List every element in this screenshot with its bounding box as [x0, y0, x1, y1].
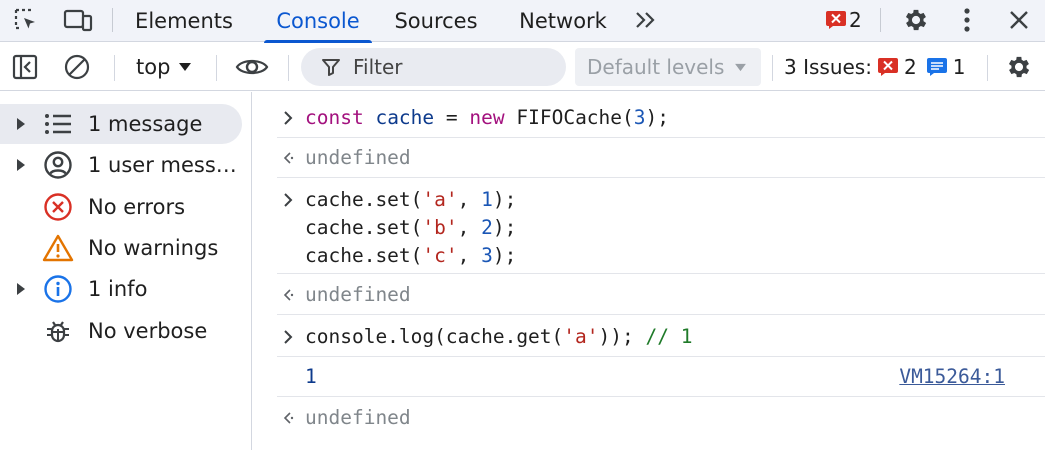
sidebar-item-warnings[interactable]: No warnings	[10, 228, 242, 268]
console-result-entry: undefined	[277, 281, 1045, 315]
close-icon[interactable]	[1002, 0, 1036, 40]
context-selector[interactable]: top	[136, 43, 192, 91]
filter-input[interactable]	[353, 55, 543, 79]
tab-sources[interactable]: Sources	[386, 0, 486, 42]
sidebar-toggle-icon[interactable]	[8, 43, 42, 91]
user-icon	[38, 150, 78, 180]
live-expression-eye-icon[interactable]	[232, 43, 272, 91]
source-location-link[interactable]: VM15264:1	[899, 363, 1005, 391]
sidebar-item-label: No errors	[88, 195, 186, 219]
sidebar-item-messages[interactable]: 1 message	[0, 104, 242, 144]
console-result-entry: undefined	[277, 404, 1045, 438]
result-return-icon	[277, 287, 299, 303]
list-icon	[38, 113, 78, 135]
tab-network[interactable]: Network	[508, 0, 618, 42]
code-line: console.log(cache.get('a')); // 1	[305, 325, 693, 348]
result-return-icon	[277, 150, 299, 166]
sidebar-item-user-messages[interactable]: 1 user messages	[10, 145, 242, 185]
issues-error-icon	[877, 58, 898, 76]
more-tabs-icon[interactable]	[630, 0, 660, 40]
console-settings-gear-icon[interactable]	[1000, 43, 1038, 91]
error-count: 2	[849, 8, 862, 32]
error-count-badge[interactable]: 2	[826, 0, 862, 40]
console-output[interactable]: const cache = new FIFOCache(3); undefine…	[253, 92, 1045, 450]
levels-dropdown-arrow-icon	[735, 63, 747, 71]
input-prompt-icon	[277, 192, 299, 208]
error-icon	[38, 192, 78, 222]
expand-arrow-icon[interactable]	[10, 117, 32, 131]
sidebar-item-label: No verbose	[88, 319, 208, 343]
sidebar-item-label: 1 message	[88, 112, 203, 136]
sidebar-item-errors[interactable]: No errors	[10, 187, 242, 227]
issues-error-count: 2	[903, 55, 917, 79]
issues-info-count: 1	[952, 55, 966, 79]
code-line: cache.set('c', 3);	[305, 244, 517, 267]
log-levels-label: Default levels	[587, 55, 725, 79]
issues-info-icon	[926, 58, 947, 76]
result-value: undefined	[305, 283, 411, 306]
console-result-entry: undefined	[277, 144, 1045, 178]
result-return-icon	[277, 410, 299, 426]
log-levels-dropdown[interactable]: Default levels	[575, 48, 761, 86]
sidebar-item-info[interactable]: 1 info	[10, 269, 242, 309]
more-options-icon[interactable]	[952, 0, 982, 40]
issues-counter[interactable]: 3 Issues: 2 1	[784, 43, 965, 91]
input-prompt-icon	[277, 110, 299, 126]
issues-label: 3 Issues:	[784, 55, 872, 79]
console-input-entry: console.log(cache.get('a')); // 1	[277, 323, 1045, 357]
tab-elements[interactable]: Elements	[124, 0, 244, 42]
clear-console-icon[interactable]	[60, 43, 94, 91]
console-log-entry: 1 VM15264:1	[277, 363, 1045, 397]
context-label: top	[136, 55, 171, 79]
expand-arrow-icon[interactable]	[10, 158, 32, 172]
console-sidebar: 1 message 1 user messages No errors	[0, 92, 252, 450]
code-line: const cache = new FIFOCache(3);	[305, 106, 669, 129]
filter-box[interactable]	[301, 48, 566, 86]
error-badge-icon	[826, 11, 846, 29]
sidebar-item-label: 1 user messages	[88, 153, 238, 177]
sidebar-item-label: No warnings	[88, 236, 219, 260]
log-output-value: 1	[305, 365, 317, 388]
code-line: cache.set('b', 2);	[305, 216, 517, 239]
filter-funnel-icon	[322, 59, 340, 76]
bug-icon	[38, 317, 78, 345]
dropdown-arrow-icon	[179, 63, 192, 71]
devtools-tabbar: Elements Console Sources Network 2	[0, 0, 1045, 43]
inspect-element-icon[interactable]	[8, 0, 44, 40]
device-toolbar-icon[interactable]	[60, 0, 96, 40]
console-toolbar: top Default levels 3 Issues: 2	[0, 43, 1045, 91]
result-value: undefined	[305, 406, 411, 429]
sidebar-item-label: 1 info	[88, 277, 148, 301]
console-input-entry: cache.set('a', 1); cache.set('b', 2); ca…	[277, 186, 1045, 274]
sidebar-item-verbose[interactable]: No verbose	[10, 311, 242, 351]
info-icon	[38, 274, 78, 304]
input-prompt-icon	[277, 329, 299, 345]
expand-arrow-icon[interactable]	[10, 282, 32, 296]
code-line: cache.set('a', 1);	[305, 188, 517, 211]
settings-gear-icon[interactable]	[898, 0, 934, 40]
result-value: undefined	[305, 146, 411, 169]
tab-console[interactable]: Console	[262, 0, 374, 43]
console-input-entry: const cache = new FIFOCache(3);	[277, 104, 1045, 138]
warning-icon	[38, 233, 78, 263]
